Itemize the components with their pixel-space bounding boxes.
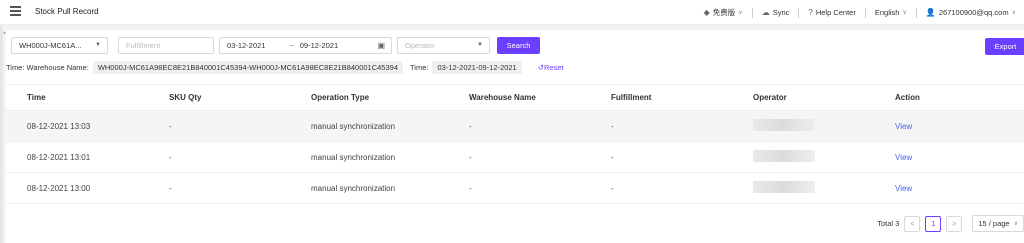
cell-sku-qty: - xyxy=(169,183,172,193)
divider xyxy=(751,7,753,18)
top-bar: Stock Pull Record ◆ 免费版 ∨ ☁ Sync ? Help … xyxy=(0,0,1024,25)
help-icon: ? xyxy=(808,8,813,17)
warehouse-filter-tag: WH000J-MC61A98EC8E21B840001C45394-WH000J… xyxy=(92,60,403,74)
language-menu[interactable]: English xyxy=(875,8,900,17)
page-size-value: 15 / page xyxy=(978,219,1010,228)
caret-down-icon: ▼ xyxy=(477,42,483,48)
table-header: Time SKU Qty Operation Type Warehouse Na… xyxy=(6,84,1024,111)
cell-operator-redacted xyxy=(753,181,815,195)
sync-button[interactable]: Sync xyxy=(773,8,790,17)
cell-time: 08-12-2021 13:01 xyxy=(27,152,91,162)
column-header-time: Time xyxy=(27,93,46,102)
page-number[interactable]: 1 xyxy=(925,215,942,232)
fulfillment-input[interactable]: Fulfillment xyxy=(118,37,214,54)
cell-time: 08-12-2021 13:03 xyxy=(27,121,91,131)
cell-warehouse-name: - xyxy=(469,183,472,193)
cell-operation-type: manual synchronization xyxy=(311,152,396,162)
cell-operation-type: manual synchronization xyxy=(311,121,396,131)
warehouse-select[interactable]: WH000J-MC61A... ▼ xyxy=(11,37,108,54)
menu-icon[interactable] xyxy=(10,6,21,16)
table-row: 08-12-2021 13:01 - manual synchronizatio… xyxy=(6,142,1024,173)
view-link[interactable]: View xyxy=(895,122,912,131)
column-header-action: Action xyxy=(895,93,920,102)
fulfillment-placeholder: Fulfillment xyxy=(126,41,161,50)
date-end: 09-12-2021 xyxy=(299,41,339,50)
main-panel: WH000J-MC61A... ▼ Fulfillment 03-12-2021… xyxy=(6,30,1024,243)
divider xyxy=(915,7,917,18)
column-header-operator: Operator xyxy=(753,93,787,102)
time-filter-label: Time: xyxy=(410,62,429,72)
date-start: 03-12-2021 xyxy=(227,41,266,50)
cell-operation-type: manual synchronization xyxy=(311,183,396,193)
table-row: 08-12-2021 13:00 - manual synchronizatio… xyxy=(6,173,1024,204)
cell-fulfillment: - xyxy=(611,183,614,193)
view-link[interactable]: View xyxy=(895,184,912,193)
cell-fulfillment: - xyxy=(611,152,614,162)
user-account-menu[interactable]: 267100900@qq.com xyxy=(939,8,1009,17)
next-page-button[interactable]: > xyxy=(946,215,963,232)
calendar-icon: ▣ xyxy=(377,41,385,50)
cell-operator-redacted xyxy=(753,119,815,133)
diamond-icon: ◆ xyxy=(703,8,710,17)
export-button[interactable]: Export xyxy=(985,38,1024,55)
column-header-operation-type: Operation Type xyxy=(311,93,370,102)
cloud-sync-icon: ☁ xyxy=(761,8,770,17)
cell-time: 08-12-2021 13:00 xyxy=(27,183,91,193)
search-button[interactable]: Search xyxy=(497,37,540,54)
cell-fulfillment: - xyxy=(611,121,614,131)
chevron-down-icon: ∨ xyxy=(1013,221,1018,227)
operator-placeholder: Operator xyxy=(405,41,435,50)
time-filter-tag: 03-12-2021-09-12-2021 xyxy=(432,60,522,74)
page-size-select[interactable]: 15 / page ∨ xyxy=(972,215,1024,232)
column-header-warehouse-name: Warehouse Name xyxy=(469,93,536,102)
divider xyxy=(798,7,800,18)
table-row: 08-12-2021 13:03 - manual synchronizatio… xyxy=(6,111,1024,142)
chevron-down-icon: ∨ xyxy=(1011,10,1016,16)
active-filters: Time: Warehouse Name: WH000J-MC61A98EC8E… xyxy=(6,60,564,74)
user-icon: 👤 xyxy=(925,8,936,17)
cell-warehouse-name: - xyxy=(469,152,472,162)
caret-down-icon: ▼ xyxy=(95,42,101,48)
prev-page-button[interactable]: < xyxy=(904,215,921,232)
warehouse-select-value: WH000J-MC61A... xyxy=(19,41,82,50)
cell-operator-redacted xyxy=(753,150,815,164)
view-link[interactable]: View xyxy=(895,153,912,162)
warehouse-filter-label: Time: Warehouse Name: xyxy=(6,62,89,72)
column-header-sku-qty: SKU Qty xyxy=(169,93,202,102)
operator-select[interactable]: Operator ▼ xyxy=(397,37,490,54)
header-actions: ◆ 免费版 ∨ ☁ Sync ? Help Center English ∨ 👤… xyxy=(704,7,1016,18)
pagination: Total 3 < 1 > 15 / page ∨ xyxy=(877,215,1024,232)
records-table: Time SKU Qty Operation Type Warehouse Na… xyxy=(6,84,1024,204)
page-title: Stock Pull Record xyxy=(35,7,99,16)
plan-menu[interactable]: 免费版 xyxy=(713,7,736,18)
total-count: Total 3 xyxy=(877,219,900,228)
chevron-down-icon: ∨ xyxy=(738,10,743,16)
chevron-down-icon: ∨ xyxy=(902,10,907,16)
cell-sku-qty: - xyxy=(169,152,172,162)
sidebar-collapsed-strip[interactable] xyxy=(0,25,3,243)
column-header-fulfillment: Fulfillment xyxy=(611,93,652,102)
date-separator: ~ xyxy=(289,41,294,50)
cell-sku-qty: - xyxy=(169,121,172,131)
reset-button[interactable]: ↺Reset xyxy=(538,63,564,72)
date-range-picker[interactable]: 03-12-2021 ~ 09-12-2021 ▣ xyxy=(219,37,392,54)
cell-warehouse-name: - xyxy=(469,121,472,131)
divider xyxy=(864,7,866,18)
help-center-link[interactable]: Help Center xyxy=(816,8,856,17)
reset-label: Reset xyxy=(544,62,564,72)
